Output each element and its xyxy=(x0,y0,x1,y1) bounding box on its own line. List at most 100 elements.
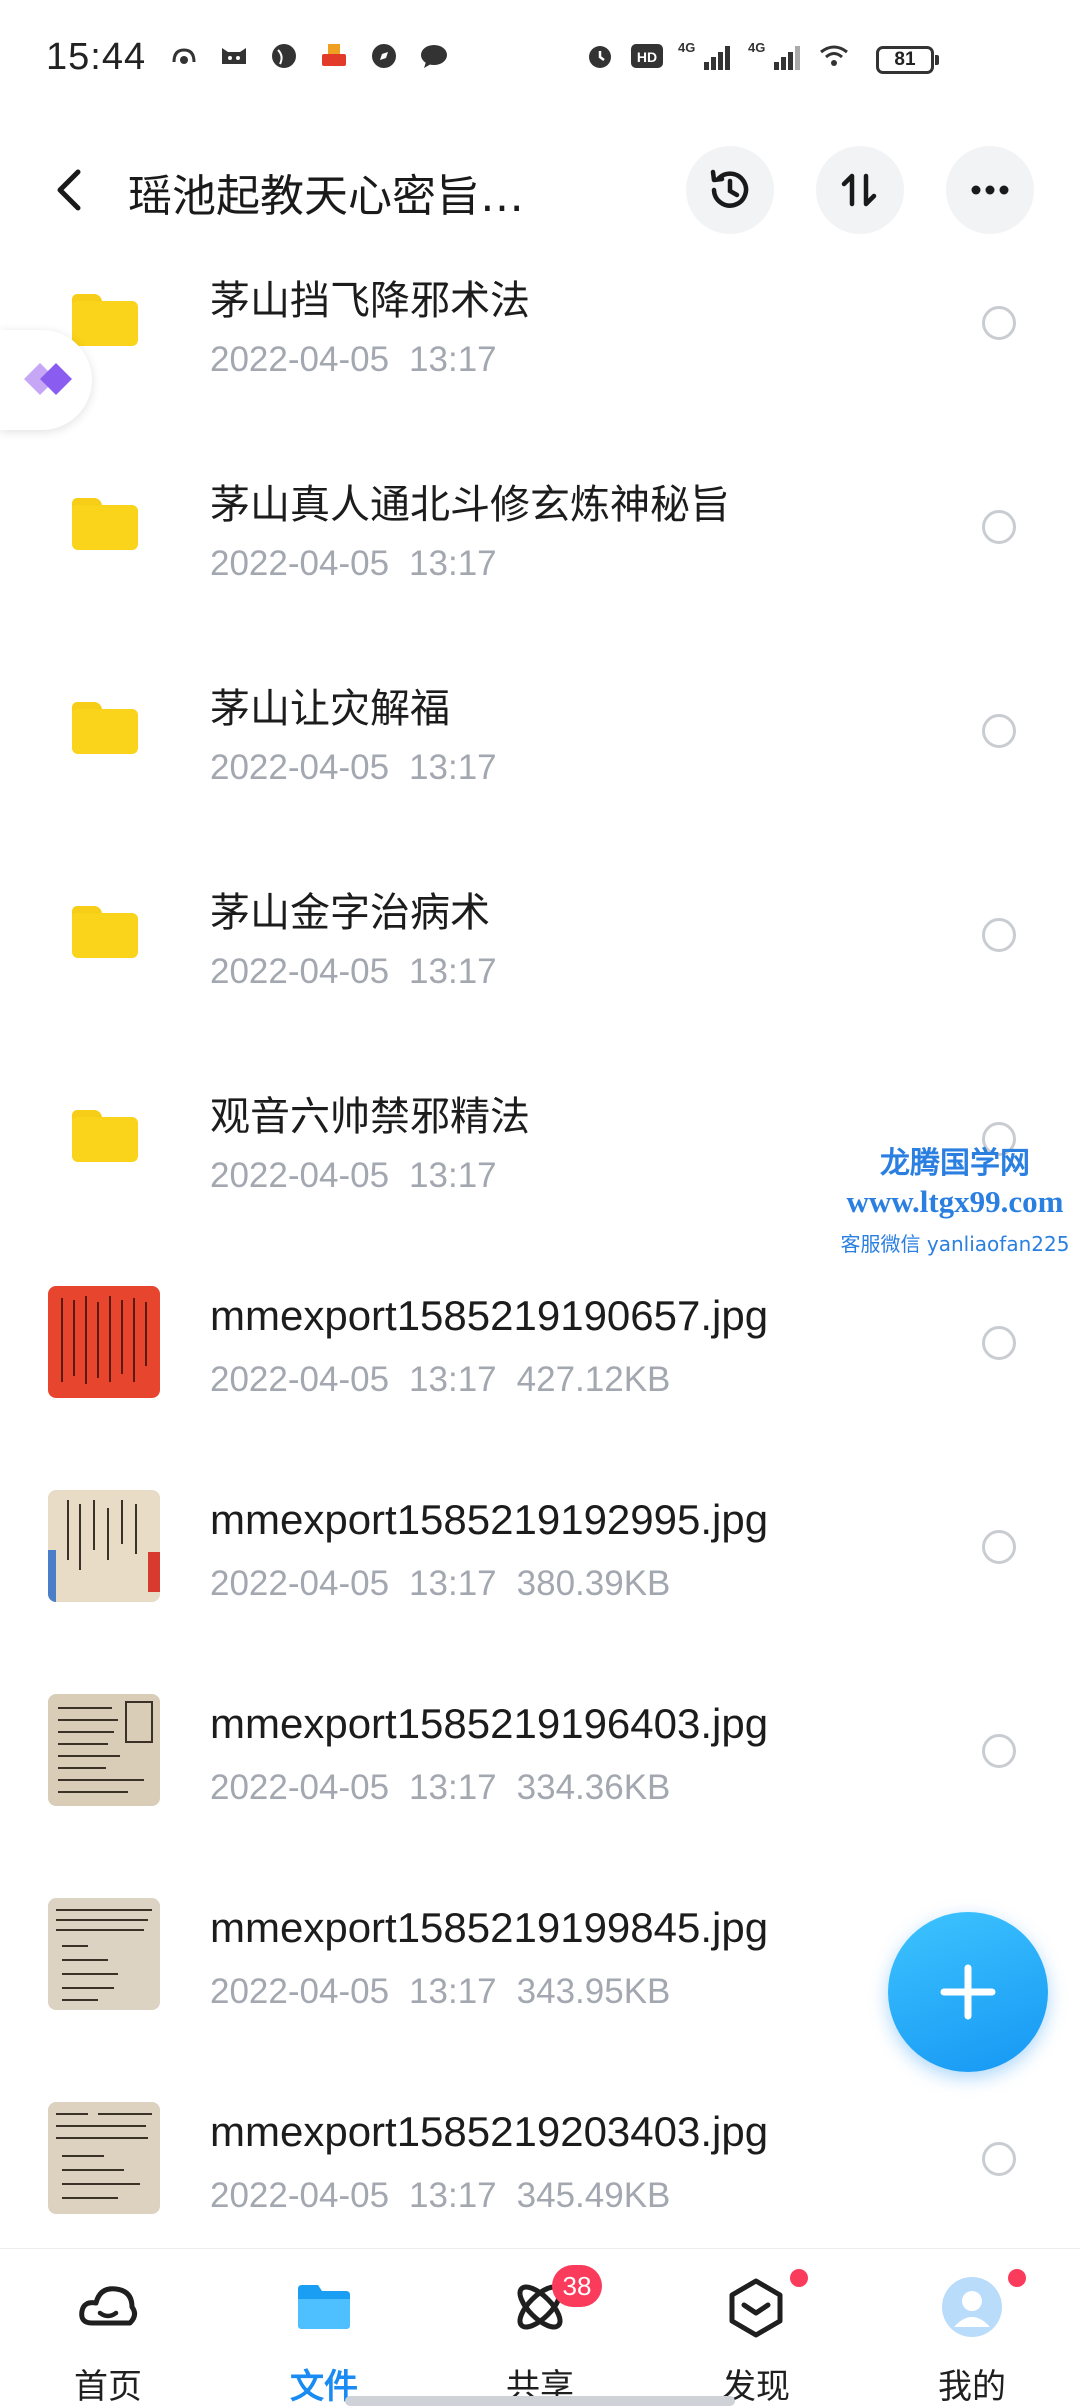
diamond-icon xyxy=(24,363,72,395)
wifi-icon xyxy=(820,45,848,66)
select-checkbox[interactable] xyxy=(982,1530,1016,1564)
list-item[interactable]: 茅山真人通北斗修玄炼神秘旨 2022-04-05 13:17 xyxy=(0,454,1080,658)
file-meta: 2022-04-05 13:17 345.49KB xyxy=(210,2176,690,2216)
home-indicator[interactable] xyxy=(345,2396,735,2406)
select-checkbox[interactable] xyxy=(982,306,1016,340)
file-meta: 2022-04-05 13:17 xyxy=(210,748,517,788)
cloud-home-icon xyxy=(79,2286,138,2326)
system-status-icons: HD 4G 4G xyxy=(584,40,850,72)
nav-share[interactable]: 38 共享 xyxy=(460,2249,620,2408)
file-name: 茅山真人通北斗修玄炼神秘旨 xyxy=(210,482,730,528)
folder-icon xyxy=(72,1110,138,1162)
page-title: 瑶池起教天心密旨… xyxy=(128,171,524,222)
file-meta: 2022-04-05 13:17 380.39KB xyxy=(210,1564,690,1604)
file-time: 13:17 xyxy=(409,2176,497,2215)
list-item[interactable]: mmexport1585219192995.jpg 2022-04-05 13:1… xyxy=(0,1474,1080,1678)
file-meta: 2022-04-05 13:17 xyxy=(210,1156,517,1196)
sort-button[interactable] xyxy=(816,146,904,234)
svg-text:HD: HD xyxy=(637,49,657,65)
image-thumbnail xyxy=(48,2102,160,2214)
more-button[interactable] xyxy=(946,146,1034,234)
file-time: 13:17 xyxy=(409,748,497,787)
svg-text:4G: 4G xyxy=(678,40,695,55)
signal-4g-icon-1: 4G xyxy=(678,40,730,70)
image-thumbnail xyxy=(48,1286,160,1398)
message-app-icon xyxy=(421,45,447,68)
signal-4g-icon-2: 4G xyxy=(748,40,800,70)
select-checkbox[interactable] xyxy=(982,1734,1016,1768)
image-thumbnail xyxy=(48,1898,160,2010)
add-button[interactable] xyxy=(888,1912,1048,2072)
select-checkbox[interactable] xyxy=(982,714,1016,748)
file-date: 2022-04-05 xyxy=(210,340,390,379)
file-meta: 2022-04-05 13:17 xyxy=(210,952,517,992)
bottom-navigation: 首页 文件 38 共享 发现 我的 xyxy=(0,2248,1080,2408)
back-icon[interactable] xyxy=(50,168,90,212)
image-thumbnail xyxy=(48,1490,160,1602)
list-item[interactable]: 茅山挡飞降邪术法 2022-04-05 13:17 xyxy=(0,250,1080,454)
file-name: mmexport1585219192995.jpg xyxy=(210,1496,769,1543)
image-thumbnail xyxy=(48,1694,160,1806)
plus-icon xyxy=(940,1964,996,2020)
battery-indicator: 81 xyxy=(876,46,939,74)
nav-files[interactable]: 文件 xyxy=(244,2249,404,2408)
file-name: 茅山金字治病术 xyxy=(210,890,490,936)
list-item[interactable]: 茅山让灾解福 2022-04-05 13:17 xyxy=(0,658,1080,862)
list-item[interactable]: 茅山金字治病术 2022-04-05 13:17 xyxy=(0,862,1080,1066)
nav-mine[interactable]: 我的 xyxy=(892,2249,1052,2408)
app-notification-icon xyxy=(172,48,196,64)
file-date: 2022-04-05 xyxy=(210,1156,390,1195)
status-bar: 15:44 HD 4G 4G 81 xyxy=(0,0,1080,120)
cat-app-icon xyxy=(222,48,246,64)
file-size: 380.39KB xyxy=(516,1564,671,1603)
select-checkbox[interactable] xyxy=(982,2142,1016,2176)
file-meta: 2022-04-05 13:17 xyxy=(210,544,517,584)
watermark: 龙腾国学网 www.ltgx99.com 客服微信 yanliaofan225 xyxy=(830,1138,1080,1257)
file-time: 13:17 xyxy=(409,1768,497,1807)
file-date: 2022-04-05 xyxy=(210,1972,390,2011)
file-time: 13:17 xyxy=(409,340,497,379)
file-meta: 2022-04-05 13:17 343.95KB xyxy=(210,1972,690,2012)
nav-home[interactable]: 首页 xyxy=(28,2249,188,2408)
folder-icon xyxy=(72,906,138,958)
nav-mine-label: 我的 xyxy=(938,2367,1006,2407)
select-checkbox[interactable] xyxy=(982,1326,1016,1360)
file-time: 13:17 xyxy=(409,1360,497,1399)
file-date: 2022-04-05 xyxy=(210,1564,390,1603)
shop-app-icon xyxy=(322,44,346,66)
file-time: 13:17 xyxy=(409,1156,497,1195)
file-meta: 2022-04-05 13:17 334.36KB xyxy=(210,1768,690,1808)
file-size: 427.12KB xyxy=(516,1360,671,1399)
mine-dot xyxy=(1008,2269,1026,2287)
watermark-contact: 客服微信 yanliaofan225 xyxy=(840,1232,1070,1256)
history-button[interactable] xyxy=(686,146,774,234)
file-size: 334.36KB xyxy=(516,1768,671,1807)
file-date: 2022-04-05 xyxy=(210,1768,390,1807)
more-icon xyxy=(971,185,1009,195)
select-checkbox[interactable] xyxy=(982,510,1016,544)
file-time: 13:17 xyxy=(409,952,497,991)
file-meta: 2022-04-05 13:17 xyxy=(210,340,517,380)
avatar-icon xyxy=(942,2277,1002,2337)
file-name: 观音六帅禁邪精法 xyxy=(210,1094,530,1140)
hd-icon: HD xyxy=(631,44,663,68)
watermark-url: www.ltgx99.com xyxy=(846,1184,1064,1219)
discover-dot xyxy=(790,2269,808,2287)
sort-icon xyxy=(841,173,877,207)
nav-discover[interactable]: 发现 xyxy=(676,2249,836,2408)
list-item[interactable]: mmexport1585219190657.jpg 2022-04-05 13:1… xyxy=(0,1270,1080,1474)
compass-app-icon xyxy=(372,44,396,68)
file-date: 2022-04-05 xyxy=(210,544,390,583)
folder-icon xyxy=(72,294,138,346)
history-icon xyxy=(710,169,749,208)
share-badge: 38 xyxy=(552,2265,602,2307)
status-time: 15:44 xyxy=(46,36,147,78)
select-checkbox[interactable] xyxy=(982,918,1016,952)
discover-box-icon xyxy=(729,2278,783,2338)
notification-icons xyxy=(168,40,450,72)
folder-icon xyxy=(72,498,138,550)
list-item[interactable]: mmexport1585219196403.jpg 2022-04-05 13:1… xyxy=(0,1678,1080,1882)
file-date: 2022-04-05 xyxy=(210,2176,390,2215)
globe-app-icon xyxy=(272,44,296,68)
file-size: 343.95KB xyxy=(516,1972,671,2011)
